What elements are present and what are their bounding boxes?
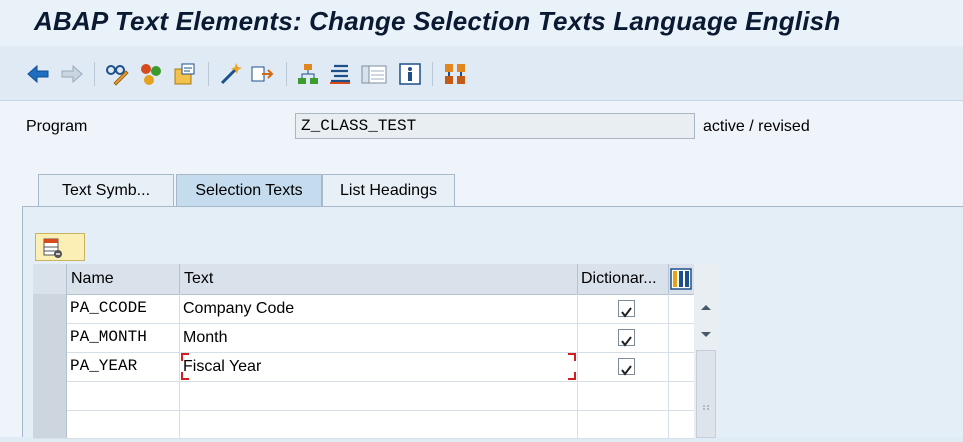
checkmark-icon: [621, 307, 632, 318]
tab-label: List Headings: [340, 182, 437, 199]
program-label: Program: [26, 118, 88, 135]
dictionary-checkbox[interactable]: [618, 300, 635, 318]
text-input[interactable]: Month: [180, 323, 578, 352]
layout-icon[interactable]: [360, 61, 388, 87]
main-content: Program Z_CLASS_TEST active / revised Te…: [0, 101, 963, 439]
name-cell: PA_MONTH: [67, 323, 180, 352]
comparison-icon[interactable]: [328, 61, 352, 87]
tab-panel: Name Text Dictionar... PA_CCODE Company …: [22, 206, 963, 439]
table-settings-icon: [43, 238, 62, 258]
row-selector[interactable]: [33, 294, 67, 323]
tab-list-headings[interactable]: List Headings: [322, 174, 455, 206]
column-header-name[interactable]: Name: [67, 264, 180, 294]
scroll-thumb[interactable]: [696, 350, 716, 438]
table-row: PA_CCODE Company Code: [33, 294, 694, 324]
row-selector[interactable]: [33, 381, 67, 410]
transport-icon[interactable]: [442, 61, 468, 87]
hierarchy-icon[interactable]: [296, 61, 320, 87]
dictionary-checkbox[interactable]: [618, 329, 635, 347]
scroll-up-icon[interactable]: [694, 296, 718, 320]
text-value: Fiscal Year: [183, 358, 262, 375]
text-input[interactable]: [180, 410, 578, 439]
focus-corner: [181, 372, 189, 380]
dictionary-cell: [578, 381, 669, 410]
dictionary-cell: [578, 410, 669, 439]
selection-texts-table: Name Text Dictionar... PA_CCODE Company …: [33, 264, 694, 439]
dictionary-cell: [578, 323, 669, 352]
table-row: PA_MONTH Month: [33, 323, 694, 353]
text-input-focused[interactable]: Fiscal Year: [180, 352, 578, 381]
toolbar-separator: [208, 62, 209, 86]
row-selector[interactable]: [33, 323, 67, 352]
row-selector[interactable]: [33, 410, 67, 438]
grip-icon: [703, 405, 709, 410]
text-input[interactable]: Company Code: [180, 294, 578, 323]
program-field[interactable]: Z_CLASS_TEST: [295, 113, 695, 139]
status-text: active / revised: [703, 118, 810, 135]
tab-selection-texts[interactable]: Selection Texts: [176, 174, 322, 206]
tab-text-symbols[interactable]: Text Symb...: [38, 174, 174, 206]
title-bar: ABAP Text Elements: Change Selection Tex…: [0, 0, 963, 46]
vertical-scrollbar[interactable]: [694, 264, 718, 438]
column-chooser-icon: [670, 268, 692, 290]
where-used-icon[interactable]: [250, 61, 276, 87]
focus-corner: [181, 353, 189, 361]
dictionary-cell: [578, 352, 669, 381]
table-row: PA_YEAR Fiscal Year: [33, 352, 694, 382]
text-input[interactable]: [180, 381, 578, 410]
checkmark-icon: [621, 365, 632, 376]
column-header-text[interactable]: Text: [180, 264, 578, 294]
info-icon[interactable]: [398, 61, 422, 87]
table-settings-button[interactable]: [35, 233, 85, 261]
checkmark-icon: [621, 336, 632, 347]
name-cell: [67, 410, 180, 439]
back-icon[interactable]: [26, 61, 50, 87]
focus-corner: [568, 372, 576, 380]
name-cell: [67, 381, 180, 410]
forward-icon[interactable]: [60, 61, 84, 87]
select-all-cell[interactable]: [33, 264, 67, 294]
table-row: [33, 381, 694, 411]
toolbar-separator: [286, 62, 287, 86]
table-header: Name Text Dictionar...: [33, 264, 694, 295]
table-row: [33, 410, 694, 439]
dictionary-cell: [578, 294, 669, 323]
tab-label: Selection Texts: [195, 182, 303, 199]
tab-label: Text Symb...: [61, 182, 151, 199]
toolbar-separator: [94, 62, 95, 86]
window-title: ABAP Text Elements: Change Selection Tex…: [34, 6, 841, 36]
column-chooser[interactable]: [669, 264, 694, 294]
name-cell: PA_YEAR: [67, 352, 180, 381]
column-header-dictionary[interactable]: Dictionar...: [578, 264, 669, 294]
display-change-icon[interactable]: [104, 61, 130, 87]
focus-corner: [568, 353, 576, 361]
toolbar-separator: [432, 62, 433, 86]
activate-icon[interactable]: [138, 61, 164, 87]
name-cell: PA_CCODE: [67, 294, 180, 323]
row-selector[interactable]: [33, 352, 67, 381]
scroll-down-icon[interactable]: [694, 322, 718, 346]
other-object-icon[interactable]: [172, 61, 198, 87]
dictionary-checkbox[interactable]: [618, 358, 635, 376]
application-toolbar: [0, 46, 963, 101]
check-icon[interactable]: [218, 61, 244, 87]
